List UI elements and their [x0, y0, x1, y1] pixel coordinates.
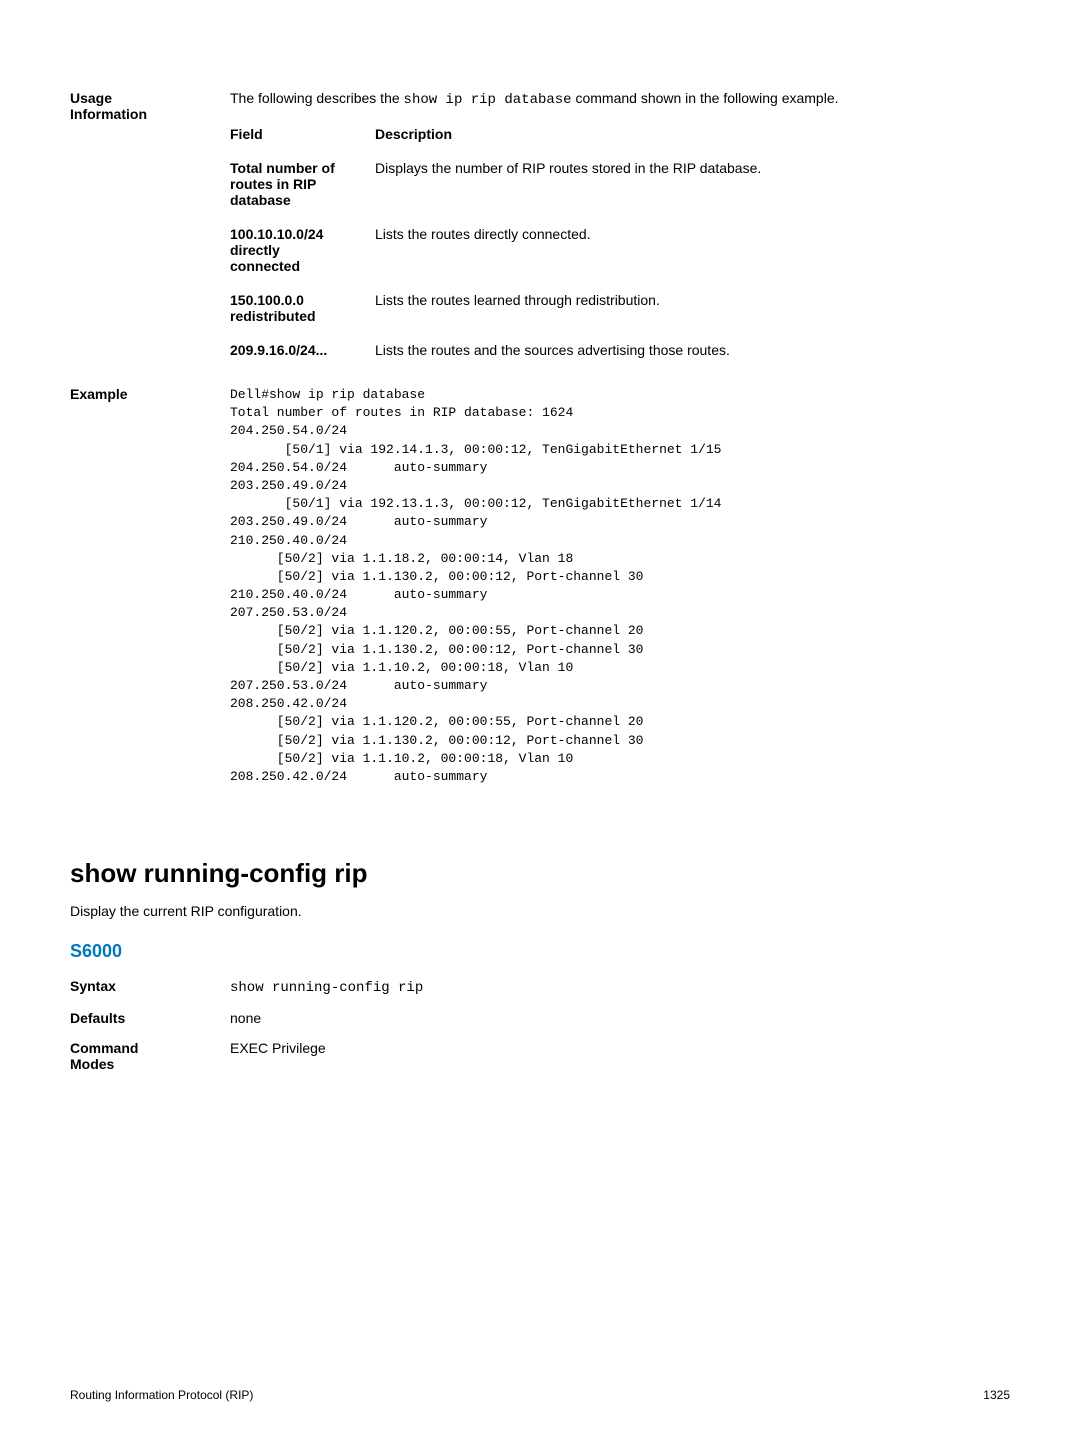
field-label: 100.10.10.0/24 directly connected	[230, 226, 375, 274]
defaults-value: none	[230, 1010, 1010, 1026]
example-content: Dell#show ip rip database Total number o…	[230, 386, 1010, 786]
field-desc: Lists the routes learned through redistr…	[375, 292, 1010, 324]
field-label: 150.100.0.0 redistributed	[230, 292, 375, 324]
command-modes-value: EXEC Privilege	[230, 1040, 1010, 1072]
syntax-label: Syntax	[70, 978, 230, 996]
field-desc: Lists the routes and the sources adverti…	[375, 342, 1010, 358]
field-desc: Displays the number of RIP routes stored…	[375, 160, 1010, 208]
field-row: 100.10.10.0/24 directly connected Lists …	[230, 226, 1010, 274]
syntax-value: show running-config rip	[230, 980, 423, 996]
field-label-line: routes in RIP	[230, 176, 316, 192]
field-header-label: Field	[230, 126, 375, 142]
page-footer: Routing Information Protocol (RIP) 1325	[70, 1388, 1010, 1402]
field-label-line: 100.10.10.0/24	[230, 226, 323, 242]
usage-label-a: Usage	[70, 90, 112, 106]
field-label-line: connected	[230, 258, 300, 274]
field-header-row: Field Description	[230, 126, 1010, 142]
syntax-row: Syntax show running-config rip	[70, 978, 1010, 996]
defaults-label: Defaults	[70, 1010, 230, 1026]
usage-intro-code: show ip rip database	[404, 92, 572, 108]
defaults-row: Defaults none	[70, 1010, 1010, 1026]
field-label-line: database	[230, 192, 291, 208]
usage-intro-a: The following describes the	[230, 90, 404, 106]
usage-label-b: Information	[70, 106, 147, 122]
field-row: 209.9.16.0/24... Lists the routes and th…	[230, 342, 1010, 358]
field-label: Total number of routes in RIP database	[230, 160, 375, 208]
field-label-line: redistributed	[230, 308, 316, 324]
command-label-a: Command	[70, 1040, 138, 1056]
usage-content: The following describes the show ip rip …	[230, 90, 1010, 376]
field-label-line: directly	[230, 242, 280, 258]
usage-label: Usage Information	[70, 90, 230, 376]
subsection-title: S6000	[70, 941, 1010, 962]
command-label-b: Modes	[70, 1056, 114, 1072]
field-desc: Lists the routes directly connected.	[375, 226, 1010, 274]
command-modes-label: Command Modes	[70, 1040, 230, 1072]
footer-right: 1325	[983, 1388, 1010, 1402]
section-intro: Display the current RIP configuration.	[70, 903, 1010, 919]
field-label-line: 150.100.0.0	[230, 292, 304, 308]
usage-intro-b: command shown in the following example.	[572, 90, 839, 106]
usage-information-section: Usage Information The following describe…	[70, 90, 1010, 376]
section-title: show running-config rip	[70, 858, 1010, 889]
field-label: 209.9.16.0/24...	[230, 342, 375, 358]
field-label-line: Total number of	[230, 160, 335, 176]
usage-intro: The following describes the show ip rip …	[230, 90, 1010, 108]
command-modes-row: Command Modes EXEC Privilege	[70, 1040, 1010, 1072]
field-row: Total number of routes in RIP database D…	[230, 160, 1010, 208]
example-section: Example Dell#show ip rip database Total …	[70, 386, 1010, 786]
example-label: Example	[70, 386, 230, 786]
example-output: Dell#show ip rip database Total number o…	[230, 386, 1010, 786]
field-row: 150.100.0.0 redistributed Lists the rout…	[230, 292, 1010, 324]
footer-left: Routing Information Protocol (RIP)	[70, 1388, 253, 1402]
field-header-desc: Description	[375, 126, 1010, 142]
field-label-line: 209.9.16.0/24...	[230, 342, 327, 358]
